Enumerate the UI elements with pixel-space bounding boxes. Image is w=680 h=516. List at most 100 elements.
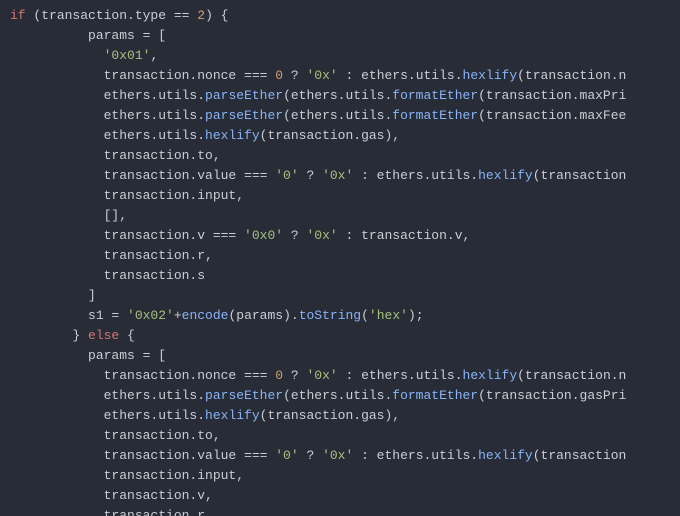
token-str: '0x01' — [104, 48, 151, 63]
token-num: 2 — [197, 8, 205, 23]
token-pl: transaction.value === — [10, 448, 275, 463]
token-str: '0x0' — [244, 228, 283, 243]
code-block: if (transaction.type == 2) { params = [ … — [0, 0, 680, 516]
token-pl: } — [10, 328, 88, 343]
token-pl: ] — [10, 288, 96, 303]
token-pl: ethers.utils. — [10, 408, 205, 423]
token-pl: : transaction.v, — [338, 228, 471, 243]
token-pl: ); — [408, 308, 424, 323]
token-id: encode — [182, 308, 229, 323]
token-pl: (transaction.maxPri — [478, 88, 626, 103]
code-line: transaction.v === '0x0' ? '0x' : transac… — [10, 228, 470, 243]
token-id: hexlify — [478, 168, 533, 183]
token-pl: transaction.value === — [10, 168, 275, 183]
code-line: ethers.utils.parseEther(ethers.utils.for… — [10, 108, 626, 123]
code-line: [], — [10, 208, 127, 223]
token-id: toString — [299, 308, 361, 323]
token-pl: (ethers.utils. — [283, 388, 392, 403]
token-pl: ) { — [205, 8, 228, 23]
token-num: 0 — [275, 68, 283, 83]
token-id: parseEther — [205, 88, 283, 103]
token-id: parseEther — [205, 388, 283, 403]
token-pl: : ethers.utils. — [353, 168, 478, 183]
token-id: parseEther — [205, 108, 283, 123]
token-pl: (transaction.type == — [26, 8, 198, 23]
token-pl: transaction.nonce === — [10, 68, 275, 83]
token-pl: transaction.nonce === — [10, 368, 275, 383]
token-id: hexlify — [463, 368, 518, 383]
token-str: '0x' — [306, 368, 337, 383]
code-line: transaction.r, — [10, 508, 213, 516]
token-pl: : ethers.utils. — [353, 448, 478, 463]
token-pl: (transaction.maxFee — [478, 108, 626, 123]
token-pl: ethers.utils. — [10, 388, 205, 403]
token-kw: if — [10, 8, 26, 23]
token-pl: params = [ — [10, 348, 166, 363]
code-line: params = [ — [10, 28, 166, 43]
token-pl: ( — [361, 308, 369, 323]
token-str: 'hex' — [369, 308, 408, 323]
code-line: ethers.utils.hexlify(transaction.gas), — [10, 128, 400, 143]
token-pl: transaction.v === — [10, 228, 244, 243]
token-pl: ? — [283, 228, 306, 243]
token-pl: (ethers.utils. — [283, 108, 392, 123]
code-line: transaction.input, — [10, 188, 244, 203]
code-line: '0x01', — [10, 48, 158, 63]
token-pl: ? — [299, 168, 322, 183]
token-num: 0 — [275, 368, 283, 383]
code-line: transaction.value === '0' ? '0x' : ether… — [10, 168, 626, 183]
token-pl: + — [174, 308, 182, 323]
token-pl: params = [ — [10, 28, 166, 43]
code-line: transaction.r, — [10, 248, 213, 263]
token-pl: ? — [283, 368, 306, 383]
token-pl: [], — [10, 208, 127, 223]
token-id: hexlify — [205, 128, 260, 143]
token-kw: else — [88, 328, 119, 343]
token-pl: transaction.s — [10, 268, 205, 283]
token-pl: transaction.to, — [10, 148, 221, 163]
token-pl: transaction.v, — [10, 488, 213, 503]
token-id: formatEther — [392, 388, 478, 403]
token-pl: transaction.to, — [10, 428, 221, 443]
token-pl: (params). — [228, 308, 298, 323]
token-pl: : ethers.utils. — [338, 368, 463, 383]
token-pl: (transaction.n — [517, 368, 626, 383]
token-pl: ? — [299, 448, 322, 463]
token-str: '0' — [275, 168, 298, 183]
code-line: ethers.utils.hexlify(transaction.gas), — [10, 408, 400, 423]
code-line: params = [ — [10, 348, 166, 363]
token-id: hexlify — [463, 68, 518, 83]
code-line: transaction.v, — [10, 488, 213, 503]
code-line: s1 = '0x02'+encode(params).toString('hex… — [10, 308, 424, 323]
token-pl: transaction.r, — [10, 248, 213, 263]
code-line: if (transaction.type == 2) { — [10, 8, 228, 23]
token-id: formatEther — [392, 88, 478, 103]
code-line: transaction.nonce === 0 ? '0x' : ethers.… — [10, 68, 626, 83]
token-pl: (transaction — [533, 448, 627, 463]
token-pl: (transaction.gasPri — [478, 388, 626, 403]
token-pl — [10, 48, 104, 63]
token-pl: (transaction.gas), — [260, 408, 400, 423]
token-pl: (transaction.gas), — [260, 128, 400, 143]
token-pl: ethers.utils. — [10, 88, 205, 103]
token-pl: (ethers.utils. — [283, 88, 392, 103]
token-pl: transaction.input, — [10, 468, 244, 483]
token-str: '0x' — [322, 168, 353, 183]
token-pl: { — [119, 328, 135, 343]
token-id: hexlify — [478, 448, 533, 463]
token-str: '0x02' — [127, 308, 174, 323]
token-pl: transaction.input, — [10, 188, 244, 203]
token-pl: s1 = — [10, 308, 127, 323]
token-pl: : ethers.utils. — [338, 68, 463, 83]
token-str: '0' — [275, 448, 298, 463]
token-pl: ? — [283, 68, 306, 83]
token-str: '0x' — [306, 68, 337, 83]
code-line: ] — [10, 288, 96, 303]
token-str: '0x' — [306, 228, 337, 243]
code-line: ethers.utils.parseEther(ethers.utils.for… — [10, 88, 626, 103]
token-id: hexlify — [205, 408, 260, 423]
code-line: transaction.value === '0' ? '0x' : ether… — [10, 448, 626, 463]
code-line: transaction.nonce === 0 ? '0x' : ethers.… — [10, 368, 626, 383]
code-line: transaction.s — [10, 268, 205, 283]
code-line: transaction.to, — [10, 428, 221, 443]
